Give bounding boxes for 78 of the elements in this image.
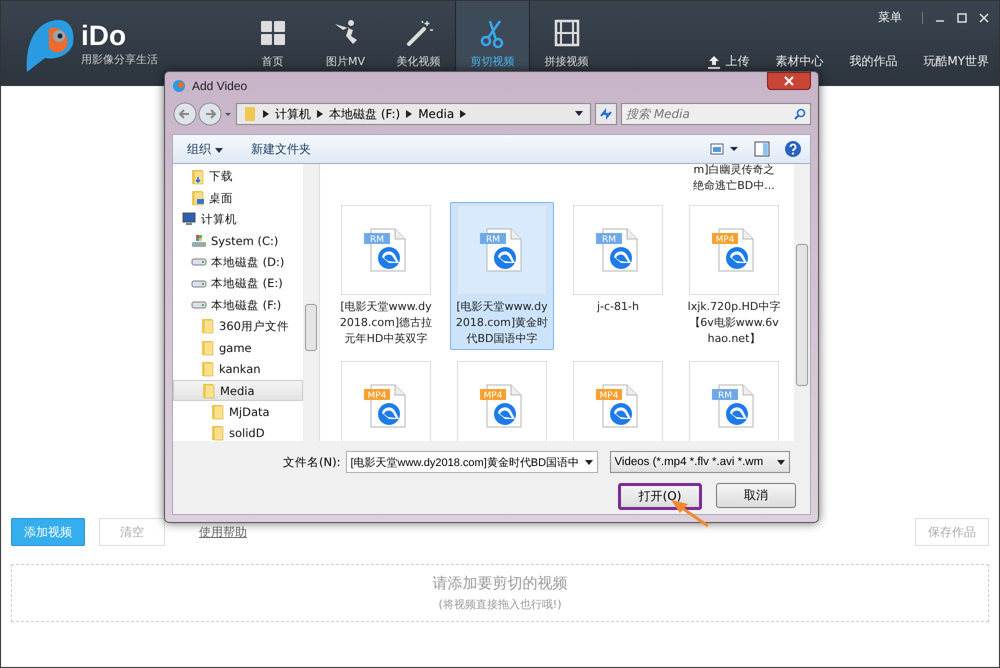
tree-item[interactable]: game [173, 337, 303, 359]
view-options-icon[interactable] [710, 142, 740, 156]
caret-icon[interactable] [585, 460, 594, 465]
dialog-title: Add Video [192, 79, 248, 93]
refresh-button[interactable] [595, 103, 617, 125]
file-item[interactable]: RM [电影天堂www.dy2018.com]黄金时代BD国语中字 [450, 202, 554, 350]
back-forward-icon[interactable] [172, 101, 232, 127]
search-icon [794, 108, 806, 120]
tree-item[interactable]: 360用户文件 [173, 316, 303, 338]
drive-icon [191, 300, 207, 310]
tree-item[interactable]: Media [173, 380, 303, 402]
computer-icon [181, 212, 197, 226]
desktop-folder-icon [191, 190, 205, 206]
upload-link[interactable]: 上传 [707, 53, 750, 70]
chevron-icon[interactable] [317, 110, 323, 118]
dropdown-caret-icon[interactable] [574, 111, 584, 117]
menu-button[interactable]: 菜单 [878, 9, 902, 26]
folder-icon [201, 361, 215, 378]
help-icon[interactable] [784, 140, 802, 158]
breadcrumb-item[interactable]: 计算机 [275, 106, 311, 122]
file-name-label: 文件名(N): [283, 454, 340, 470]
tree-item[interactable]: kankan [173, 358, 303, 380]
folder-icon [211, 404, 225, 420]
close-icon[interactable] [979, 12, 989, 22]
tree-item[interactable]: 本地磁盘 (E:) [173, 272, 303, 294]
folder-icon [201, 318, 215, 334]
download-folder-icon [191, 168, 205, 185]
drop-zone-hint: (将视频直接拖入也行哦!) [438, 597, 562, 612]
tree-item[interactable]: solidD [173, 422, 303, 441]
drop-zone-title: 请添加要剪切的视频 [432, 574, 568, 593]
folder-icon [243, 106, 257, 122]
refresh-icon [598, 107, 614, 121]
header-link[interactable]: 素材中心 [775, 53, 824, 70]
tree-item[interactable]: System (C:) [173, 230, 303, 252]
nav-tab[interactable]: 美化视频 [382, 1, 455, 86]
preview-pane-icon[interactable] [754, 141, 770, 157]
file-name-field[interactable]: [电影天堂www.dy2018.com]黄金时代BD国语中 [346, 451, 598, 473]
drive-icon [191, 278, 207, 289]
app-icon [172, 79, 186, 93]
breadcrumb-item[interactable]: 本地磁盘 (F:) [329, 106, 400, 122]
tree-item[interactable]: MjData [173, 401, 303, 423]
header-link[interactable]: 我的作品 [849, 53, 898, 70]
drive-icon [191, 257, 207, 268]
tree-item[interactable]: 桌面 [173, 187, 303, 209]
new-folder-button[interactable]: 新建文件夹 [250, 140, 311, 158]
nav-tab[interactable]: 拼接视频 [530, 1, 603, 86]
app-slogan: 用影像分享生活 [81, 52, 158, 67]
app-logo-text: iDo [81, 20, 128, 52]
system-drive-icon [191, 234, 207, 248]
help-link[interactable]: 使用帮助 [199, 524, 247, 540]
maximize-icon[interactable] [957, 12, 967, 22]
breadcrumb-item[interactable]: Media [418, 107, 454, 121]
folder-icon [211, 425, 225, 441]
nav-tab[interactable]: 图片MV [309, 1, 382, 86]
folder-icon [202, 382, 216, 399]
scrollbar[interactable] [794, 164, 810, 441]
caret-icon [214, 148, 223, 152]
chevron-icon[interactable] [263, 110, 269, 118]
chevron-icon[interactable] [460, 110, 466, 118]
header-link[interactable]: 玩酷MY世界 [923, 53, 989, 70]
file-type-dropdown[interactable]: Videos (*.mp4 *.flv *.avi *.wm [610, 451, 790, 473]
search-field[interactable]: 搜索 Media [621, 103, 811, 125]
tree-item[interactable]: 计算机 [173, 208, 303, 230]
close-button[interactable] [767, 72, 811, 90]
upload-icon [707, 54, 722, 68]
address-bar[interactable]: 计算机 本地磁盘 (F:) Media [236, 103, 591, 125]
file-name: m]白幽灵传奇之绝命逃亡BD中... [692, 164, 776, 194]
open-button[interactable]: 打开(O) [618, 483, 702, 510]
tree-item[interactable]: 本地磁盘 (F:) [173, 294, 303, 316]
folder-icon [201, 340, 215, 356]
close-icon [784, 76, 794, 86]
caret-icon [777, 460, 786, 464]
scrollbar[interactable] [303, 164, 319, 441]
cancel-button[interactable]: 取消 [716, 483, 796, 508]
chevron-icon[interactable] [406, 110, 412, 118]
tree-item[interactable]: 本地磁盘 (D:) [173, 252, 303, 273]
organize-menu[interactable]: 组织 [187, 140, 223, 158]
tree-item[interactable]: 下载 [173, 166, 303, 188]
